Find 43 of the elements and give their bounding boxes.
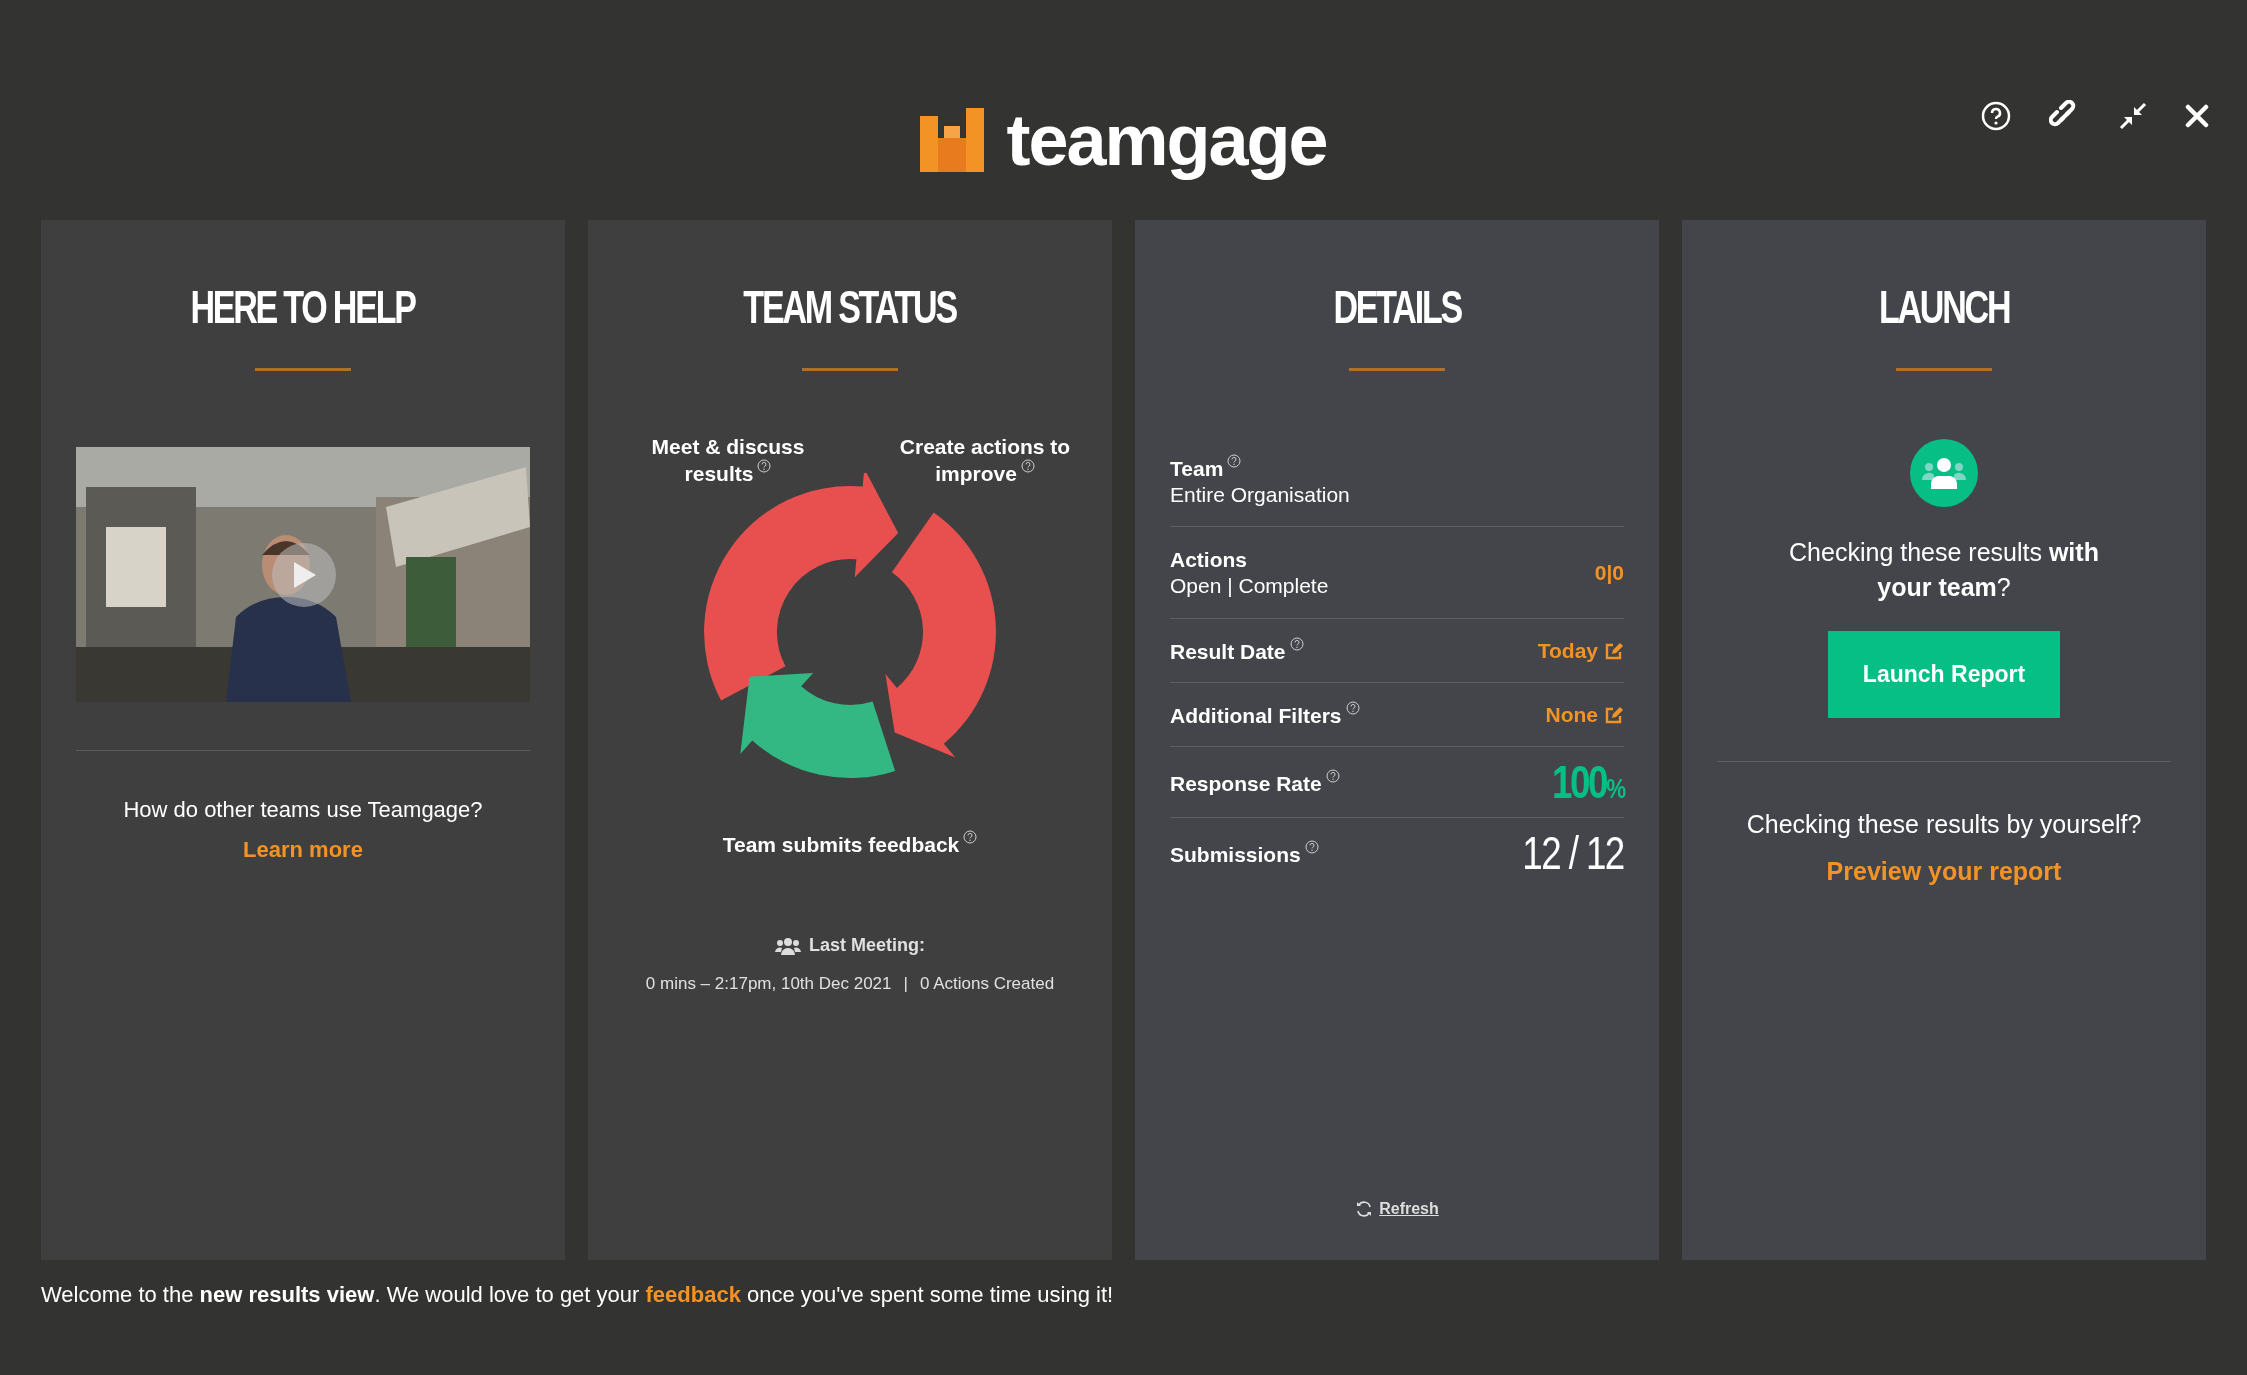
meeting-summary: 0 mins – 2:17pm, 10th Dec 2021	[645, 974, 892, 994]
separator: |	[903, 974, 908, 994]
detail-label: Additional Filters	[1170, 701, 1360, 728]
detail-label: Result Date	[1170, 637, 1304, 664]
panel-title: HERE TO HELP	[190, 280, 416, 334]
detail-value: 0|0	[1594, 560, 1624, 585]
detail-value[interactable]: None	[1545, 702, 1598, 727]
people-icon	[775, 936, 801, 955]
edit-icon[interactable]	[1604, 640, 1624, 661]
step-label: Meet & discuss results	[650, 435, 806, 487]
learn-more-link[interactable]: Learn more	[243, 837, 363, 863]
welcome-message: Welcome to the new results view. We would love to get your feedback once you've spent some time using it!	[40, 1281, 1115, 1309]
edit-icon[interactable]	[1604, 704, 1624, 725]
refresh-icon	[1355, 1200, 1374, 1218]
panel-title: TEAM STATUS	[743, 280, 957, 334]
detail-value: Entire Organisation	[1170, 483, 1350, 507]
collapse-icon[interactable]	[2119, 102, 2147, 130]
refresh-link[interactable]: Refresh	[1355, 1200, 1439, 1218]
launch-report-button[interactable]: Launch Report	[1828, 631, 2060, 718]
detail-label: Actions	[1170, 547, 1248, 572]
step-label: Create actions to improve	[898, 435, 1072, 487]
preview-report-link[interactable]: Preview your report	[1826, 857, 2062, 886]
detail-sublabel: Open | Complete	[1170, 573, 1329, 598]
team-icon	[1910, 439, 1978, 507]
actions-created: 0 Actions Created	[919, 974, 1055, 994]
detail-label: Submissions	[1170, 839, 1319, 867]
feedback-link[interactable]: feedback	[645, 1282, 741, 1307]
logo-text: teamgage	[1006, 99, 1327, 181]
detail-label: Team	[1170, 454, 1350, 481]
close-icon[interactable]	[2185, 104, 2209, 128]
step-label: Team submits feedback	[675, 830, 1025, 858]
play-button[interactable]	[272, 543, 336, 607]
last-meeting-label: Last Meeting:	[809, 935, 925, 956]
panel-title: LAUNCH	[1878, 280, 2010, 334]
detail-value[interactable]: Today	[1537, 638, 1598, 663]
panel-title: DETAILS	[1333, 280, 1461, 334]
detail-label: Response Rate	[1170, 768, 1340, 796]
question-text: Checking these results by yourself?	[1746, 810, 2142, 839]
detail-value: 100%	[1552, 755, 1624, 809]
question-text: How do other teams use Teamgage?	[123, 797, 483, 823]
detail-value: 12 / 12	[1522, 826, 1624, 880]
logo-icon	[920, 108, 985, 172]
question-text: Checking these results with your team?	[1788, 537, 2100, 603]
